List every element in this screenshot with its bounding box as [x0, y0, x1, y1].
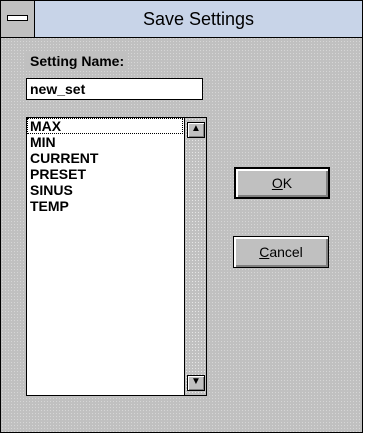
- settings-listbox[interactable]: MAX MIN CURRENT PRESET SINUS TEMP ▲ ▼: [26, 117, 207, 396]
- list-item-preset[interactable]: PRESET: [27, 166, 183, 182]
- cancel-button[interactable]: Cancel: [233, 236, 329, 268]
- scroll-down-button[interactable]: ▼: [187, 375, 205, 391]
- setting-name-label: Setting Name:: [26, 51, 129, 71]
- save-settings-dialog: Save Settings Setting Name: new_set MAX …: [0, 0, 363, 433]
- system-menu-button[interactable]: [1, 1, 35, 37]
- list-item-temp[interactable]: TEMP: [27, 198, 183, 214]
- scroll-up-button[interactable]: ▲: [187, 122, 205, 138]
- ok-mnemonic: O: [271, 175, 283, 191]
- list-item-max[interactable]: MAX: [27, 118, 183, 134]
- list-item-current[interactable]: CURRENT: [27, 150, 183, 166]
- list-item-min[interactable]: MIN: [27, 134, 183, 150]
- title-bar[interactable]: Save Settings: [1, 1, 362, 38]
- arrow-down-icon: ▼: [191, 376, 201, 387]
- window-title: Save Settings: [142, 9, 255, 29]
- ok-button[interactable]: OK: [234, 167, 330, 199]
- cancel-button-label: Cancel: [259, 244, 303, 260]
- list-item-sinus[interactable]: SINUS: [27, 182, 183, 198]
- ok-rest: K: [282, 175, 293, 191]
- ok-button-label: OK: [272, 175, 292, 191]
- settings-list: MAX MIN CURRENT PRESET SINUS TEMP: [27, 118, 183, 395]
- arrow-up-icon: ▲: [191, 123, 201, 134]
- system-menu-icon: [7, 15, 28, 21]
- cancel-rest: ancel: [269, 244, 303, 260]
- cancel-mnemonic: C: [259, 244, 270, 260]
- setting-name-input[interactable]: new_set: [26, 78, 203, 100]
- list-scrollbar[interactable]: ▲ ▼: [184, 118, 206, 395]
